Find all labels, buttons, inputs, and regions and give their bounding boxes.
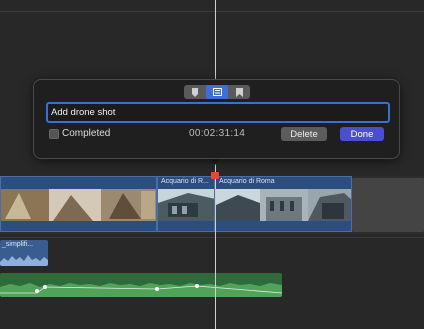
video-clip-1[interactable] (0, 176, 157, 232)
delete-button[interactable]: Delete (281, 127, 327, 141)
completed-checkbox[interactable] (49, 129, 59, 139)
track-divider (0, 237, 424, 238)
audio-clip-label: _simplifi... (2, 241, 34, 248)
clip-thumbnails (1, 189, 156, 221)
todo-icon (212, 88, 222, 96)
clip-thumbnails (216, 189, 351, 221)
marker-type-standard[interactable] (184, 85, 206, 99)
marker-type-selector (184, 85, 250, 99)
chapter-icon (235, 87, 243, 97)
volume-keyframe[interactable] (43, 285, 47, 289)
timeline-ruler-divider (0, 11, 424, 12)
video-clip-3[interactable]: Acquario di Roma (215, 176, 352, 232)
marker-popover: Completed 00:02:31:14 Delete Done (33, 79, 400, 159)
video-clip-2[interactable]: Acquario di R... (157, 176, 215, 232)
todo-marker[interactable] (211, 172, 219, 179)
volume-keyframe[interactable] (35, 289, 39, 293)
audio-waveform (0, 255, 48, 266)
music-clip[interactable] (0, 273, 282, 297)
clip-thumbnail (158, 189, 214, 221)
music-waveform (0, 283, 282, 297)
audio-clip[interactable]: _simplifi... (0, 240, 48, 266)
volume-keyframe[interactable] (155, 287, 159, 291)
gap-clip[interactable] (352, 178, 424, 232)
marker-timecode: 00:02:31:14 (189, 128, 246, 139)
marker-type-todo[interactable] (206, 85, 228, 99)
marker-type-chapter[interactable] (228, 85, 250, 99)
volume-keyframe[interactable] (195, 284, 199, 288)
marker-name-input[interactable] (46, 102, 390, 123)
done-button[interactable]: Done (340, 127, 384, 141)
clip-title: Acquario di Roma (219, 178, 275, 185)
marker-icon (192, 87, 198, 97)
completed-label: Completed (62, 128, 111, 139)
clip-title: Acquario di R... (161, 178, 209, 185)
